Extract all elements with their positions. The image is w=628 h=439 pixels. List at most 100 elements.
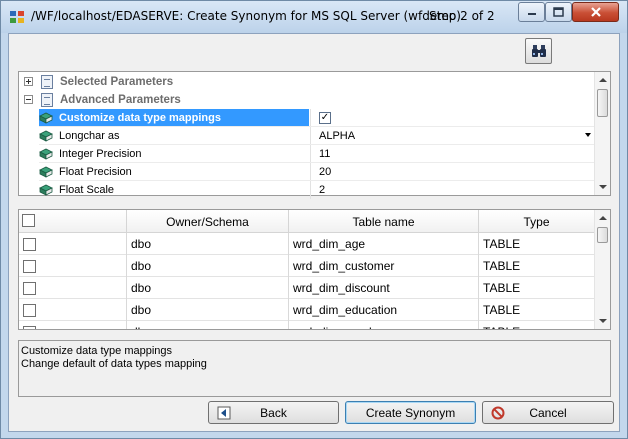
integer-precision-field[interactable]: 11 <box>310 145 595 163</box>
property-name-cell: Integer Precision <box>39 145 309 163</box>
back-arrow-icon <box>217 406 231 420</box>
property-float-scale[interactable]: Float Scale 2 <box>19 181 595 199</box>
back-button-label: Back <box>260 405 287 420</box>
property-label: Longchar as <box>59 130 120 142</box>
create-synonym-button[interactable]: Create Synonym <box>345 401 476 424</box>
customize-mappings-checkbox[interactable]: ✓ <box>319 112 331 124</box>
table-header: Owner/Schema Table name Type <box>19 210 595 233</box>
section-selected-parameters[interactable]: Selected Parameters <box>19 73 595 91</box>
row-checkbox[interactable] <box>23 303 36 317</box>
table-row[interactable]: dbo wrd_dim_customer TABLE <box>19 255 595 277</box>
cancel-button[interactable]: Cancel <box>482 401 614 424</box>
property-integer-precision[interactable]: Integer Precision 11 <box>19 145 595 163</box>
close-icon <box>590 7 601 17</box>
scroll-down-icon[interactable] <box>599 185 607 189</box>
collapse-icon[interactable] <box>24 95 33 104</box>
row-select-cell <box>19 321 127 329</box>
property-value: 11 <box>319 148 331 160</box>
row-select-cell <box>19 299 127 321</box>
table-name-cell: wrd_dim_customer <box>289 255 479 277</box>
owner-cell: dbo <box>127 233 289 255</box>
close-button[interactable] <box>572 2 619 22</box>
section-advanced-parameters[interactable]: Advanced Parameters <box>19 91 595 109</box>
type-cell: TABLE <box>479 233 595 255</box>
table-row[interactable]: dbo wrd_dim_age TABLE <box>19 233 595 255</box>
property-value: 20 <box>319 166 332 178</box>
title-bar[interactable]: /WF/localhost/EDASERVE: Create Synonym f… <box>1 1 627 33</box>
property-book-icon <box>39 148 53 160</box>
tables-list: Owner/Schema Table name Type dbo wrd_dim… <box>18 209 611 330</box>
table-row[interactable]: dbo wrd_dim_gender TABLE <box>19 321 595 329</box>
create-synonym-label: Create Synonym <box>365 405 456 420</box>
row-select-cell <box>19 255 127 277</box>
table-name-cell: wrd_dim_education <box>289 299 479 321</box>
type-cell: TABLE <box>479 255 595 277</box>
back-button[interactable]: Back <box>208 401 339 424</box>
scroll-up-icon[interactable] <box>599 78 607 82</box>
scrollbar-thumb[interactable] <box>597 227 608 243</box>
dialog-window: /WF/localhost/EDASERVE: Create Synonym f… <box>0 0 628 439</box>
table-name-cell: wrd_dim_gender <box>289 321 479 329</box>
type-cell: TABLE <box>479 299 595 321</box>
owner-cell: dbo <box>127 321 289 329</box>
scroll-up-icon[interactable] <box>599 216 607 220</box>
property-name-cell: Float Precision <box>39 163 309 181</box>
row-checkbox[interactable] <box>23 325 36 329</box>
minimize-button[interactable] <box>518 2 545 22</box>
cancel-button-label: Cancel <box>529 405 567 420</box>
float-scale-field[interactable]: 2 <box>310 181 595 199</box>
owner-cell: dbo <box>127 255 289 277</box>
property-value: 2 <box>319 184 326 196</box>
property-value-cell[interactable]: ✓ <box>310 109 595 127</box>
column-header-table-name[interactable]: Table name <box>289 210 479 233</box>
table-name-cell: wrd_dim_age <box>289 233 479 255</box>
column-header-type[interactable]: Type <box>479 210 595 233</box>
property-label: Float Precision <box>59 166 132 178</box>
scrollbar-thumb[interactable] <box>597 89 608 117</box>
select-all-header[interactable] <box>19 210 127 233</box>
owner-cell: dbo <box>127 277 289 299</box>
type-cell: TABLE <box>479 277 595 299</box>
longchar-select[interactable]: ALPHA <box>310 127 595 145</box>
owner-cell: dbo <box>127 299 289 321</box>
maximize-icon <box>553 7 564 17</box>
property-label: Float Scale <box>59 184 115 196</box>
table-name-cell: wrd_dim_discount <box>289 277 479 299</box>
table-row[interactable]: dbo wrd_dim_discount TABLE <box>19 277 595 299</box>
binoculars-icon <box>531 45 546 57</box>
description-title: Customize data type mappings <box>21 345 173 357</box>
maximize-button[interactable] <box>545 2 572 22</box>
property-value: ALPHA <box>319 130 356 142</box>
scroll-down-icon[interactable] <box>599 319 607 323</box>
property-name-cell: Customize data type mappings <box>39 109 309 127</box>
expand-icon[interactable] <box>24 77 33 86</box>
cancel-icon <box>491 406 505 420</box>
section-header: Advanced Parameters <box>39 91 309 109</box>
table-row[interactable]: dbo wrd_dim_education TABLE <box>19 299 595 321</box>
row-checkbox[interactable] <box>23 237 36 251</box>
property-book-icon <box>39 166 53 178</box>
row-checkbox[interactable] <box>23 281 36 295</box>
property-longchar[interactable]: Longchar as ALPHA <box>19 127 595 145</box>
row-checkbox[interactable] <box>23 259 36 273</box>
property-customize-mappings[interactable]: Customize data type mappings ✓ <box>19 109 595 127</box>
property-book-icon <box>39 112 53 124</box>
description-text: Change default of data types mapping <box>21 358 207 370</box>
column-header-owner[interactable]: Owner/Schema <box>127 210 289 233</box>
description-panel: Customize data type mappings Change defa… <box>18 340 611 397</box>
dialog-client-area: Selected Parameters Advanced Parameters <box>8 33 620 432</box>
section-label: Advanced Parameters <box>60 94 181 106</box>
app-icon <box>10 11 24 23</box>
window-title: /WF/localhost/EDASERVE: Create Synonym f… <box>31 9 461 23</box>
property-float-precision[interactable]: Float Precision 20 <box>19 163 595 181</box>
chevron-down-icon[interactable] <box>585 133 591 137</box>
document-icon <box>41 75 53 89</box>
parameters-scrollbar[interactable] <box>594 72 610 195</box>
property-name-cell: Longchar as <box>39 127 309 145</box>
float-precision-field[interactable]: 20 <box>310 163 595 181</box>
row-select-cell <box>19 277 127 299</box>
find-button[interactable] <box>525 38 552 64</box>
select-all-checkbox[interactable] <box>22 214 35 227</box>
property-book-icon <box>39 184 53 196</box>
table-scrollbar[interactable] <box>594 210 610 329</box>
